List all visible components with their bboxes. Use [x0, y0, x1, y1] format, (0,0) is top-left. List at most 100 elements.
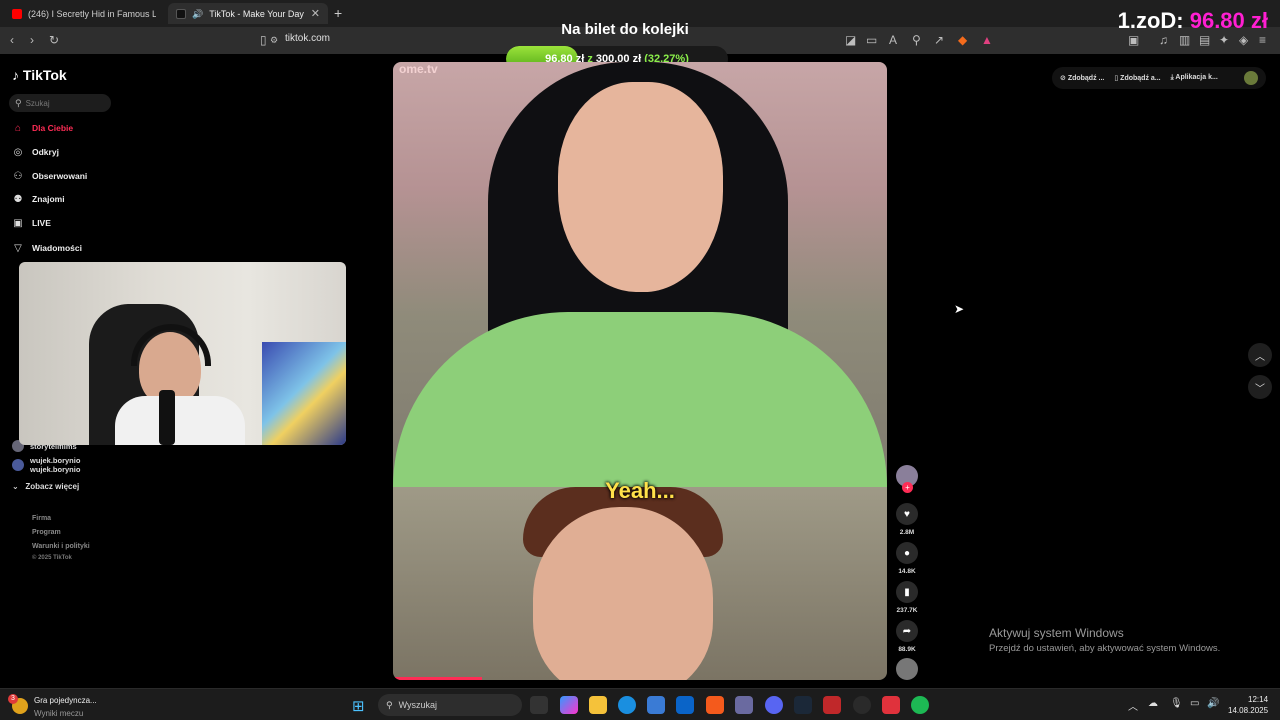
coins-pill[interactable]: ⊘ Zdobądź ... [1060, 74, 1104, 82]
taskbar-search[interactable]: ⚲ Wyszukaj [378, 694, 522, 716]
footer-link[interactable]: Program [32, 529, 61, 536]
video-progress-bar[interactable] [393, 677, 482, 680]
share-icon[interactable]: ↗ [934, 33, 944, 47]
photos-icon[interactable] [735, 696, 753, 714]
sound-disc-avatar[interactable] [896, 658, 918, 680]
game-app-icon[interactable] [823, 696, 841, 714]
steam-icon[interactable] [794, 696, 812, 714]
network-icon[interactable]: ▭ [1190, 698, 1199, 709]
back-icon[interactable]: ‹ [10, 33, 14, 47]
edge-icon[interactable] [618, 696, 636, 714]
discord-icon[interactable] [765, 696, 783, 714]
save-count: 237.7K [896, 607, 918, 614]
save-button[interactable]: ▮ [896, 581, 918, 603]
video-watermark: ome.tv [399, 62, 438, 76]
logo-text: TikTok [22, 67, 67, 83]
nav-label: LIVE [32, 218, 51, 228]
avatar [12, 459, 24, 471]
file-explorer-icon[interactable] [589, 696, 607, 714]
speaker-icon[interactable]: 🔊 [192, 9, 203, 19]
comment-button[interactable]: ● [896, 542, 918, 564]
copyright: © 2025 TikTok [32, 555, 72, 561]
adobe-icon[interactable] [882, 696, 900, 714]
nav-live[interactable]: ▣ LIVE [12, 215, 51, 231]
tab-youtube[interactable]: (246) I Secretly Hid in Famous Livestr [4, 3, 164, 24]
video-player[interactable]: ome.tv Yeah... [393, 62, 887, 680]
music-icon[interactable]: ♫ [1159, 33, 1168, 47]
widget-line2: Wyniki meczu [34, 709, 84, 718]
share-button[interactable]: ➦ [896, 620, 918, 642]
nav-label: Dla Ciebie [32, 123, 74, 133]
reader-icon[interactable]: ▣ [1128, 33, 1139, 47]
clock[interactable]: 12:14 14.08.2025 [1228, 694, 1268, 716]
close-tab-icon[interactable]: ✕ [311, 7, 320, 20]
previous-video-button[interactable]: ︿ [1248, 343, 1272, 367]
next-video-button[interactable]: ﹀ [1248, 375, 1272, 399]
menu-icon[interactable]: ≡ [1259, 33, 1266, 47]
desktop-app-pill[interactable]: ⤓ Aplikacja k... [1171, 74, 1218, 82]
obs-icon[interactable] [853, 696, 871, 714]
bookmark-icon[interactable]: ▯ [260, 33, 267, 47]
like-button[interactable]: ♥ [896, 503, 918, 525]
brave-shield-icon[interactable]: ◆ [958, 33, 967, 47]
site-info-icon[interactable]: ⚙ [270, 35, 278, 46]
clock-date: 14.08.2025 [1228, 706, 1269, 715]
task-view-icon[interactable] [530, 696, 548, 714]
get-app-pill[interactable]: ▯ Zdobądź a... [1114, 74, 1160, 82]
search-input[interactable]: ⚲ Szukaj [9, 94, 111, 112]
mic-icon[interactable]: 🎙 [1170, 698, 1183, 709]
anime-poster [262, 342, 346, 445]
see-more-button[interactable]: ⌄ Zobacz więcej [12, 482, 79, 491]
nav-label: Obserwowani [32, 171, 88, 181]
wallet-icon[interactable]: ▤ [1199, 33, 1210, 47]
no-sound-icon[interactable]: ◪ [845, 33, 856, 47]
activation-title: Aktywuj system Windows [989, 626, 1124, 640]
home-icon: ⌂ [14, 122, 22, 134]
windows-taskbar: 3 Gra pojedyncza... Wyniki meczu ⊞ ⚲ Wys… [0, 688, 1280, 720]
nav-messages[interactable]: ▽ Wiadomości [12, 240, 82, 256]
copilot-icon[interactable] [560, 696, 578, 714]
rewards-icon[interactable]: ▲ [981, 33, 993, 47]
tab-tiktok[interactable]: 🔊 TikTok - Make Your Day ✕ [168, 3, 328, 24]
leo-ai-icon[interactable]: ✦ [1219, 33, 1229, 47]
onedrive-icon[interactable]: ☁ [1148, 698, 1158, 709]
account-names: wujek.borynio wujek.borynio [30, 456, 80, 474]
widgets-button[interactable]: 3 Gra pojedyncza... Wyniki meczu [8, 693, 97, 719]
messages-icon: ▽ [14, 242, 22, 254]
new-tab-icon[interactable]: + [334, 5, 342, 21]
store-icon[interactable] [647, 696, 665, 714]
tray-overflow-icon[interactable]: ︿ [1128, 698, 1138, 713]
follow-plus-icon[interactable]: + [902, 482, 913, 493]
footer-link[interactable]: Warunki i polityki [32, 543, 90, 550]
forward-icon[interactable]: › [30, 33, 34, 47]
brave-icon[interactable] [706, 696, 724, 714]
video-caption: Yeah... [605, 478, 675, 503]
following-icon: ⚇ [13, 170, 23, 182]
pill-label: Zdobądź a... [1120, 75, 1161, 82]
volume-icon[interactable]: 🔊 [1207, 698, 1219, 709]
heart-icon: ♥ [904, 508, 910, 520]
translate-icon[interactable]: A [889, 33, 897, 47]
reload-icon[interactable]: ↻ [49, 33, 59, 47]
profile-avatar[interactable] [1244, 71, 1258, 85]
share-count: 88.9K [898, 646, 916, 653]
footer-link[interactable]: Firma [32, 515, 51, 522]
cast-icon[interactable]: ▭ [866, 33, 877, 47]
nav-friends[interactable]: ⚉ Znajomi [12, 191, 65, 207]
mouse-cursor-icon: ➤ [954, 302, 965, 316]
windows-start-icon[interactable]: ⊞ [352, 697, 365, 715]
goal-title: Na bilet do kolejki [561, 21, 689, 38]
sidebar-icon[interactable]: ▥ [1179, 33, 1190, 47]
vpn-icon[interactable]: ◈ [1239, 33, 1248, 47]
zoom-icon[interactable]: ⚲ [912, 33, 921, 47]
following-account[interactable]: wujek.borynio wujek.borynio [12, 456, 80, 474]
nav-explore[interactable]: ◎ Odkryj [12, 144, 59, 160]
tiktok-logo[interactable]: ♪ TikTok [12, 67, 67, 83]
nav-for-you[interactable]: ⌂ Dla Ciebie [12, 120, 73, 136]
spotify-icon[interactable] [911, 696, 929, 714]
outlook-icon[interactable] [676, 696, 694, 714]
nav-following[interactable]: ⚇ Obserwowani [12, 168, 88, 184]
like-count: 2.8M [899, 529, 915, 536]
streamer-webcam [19, 262, 346, 445]
address-bar[interactable]: tiktok.com [285, 33, 330, 44]
